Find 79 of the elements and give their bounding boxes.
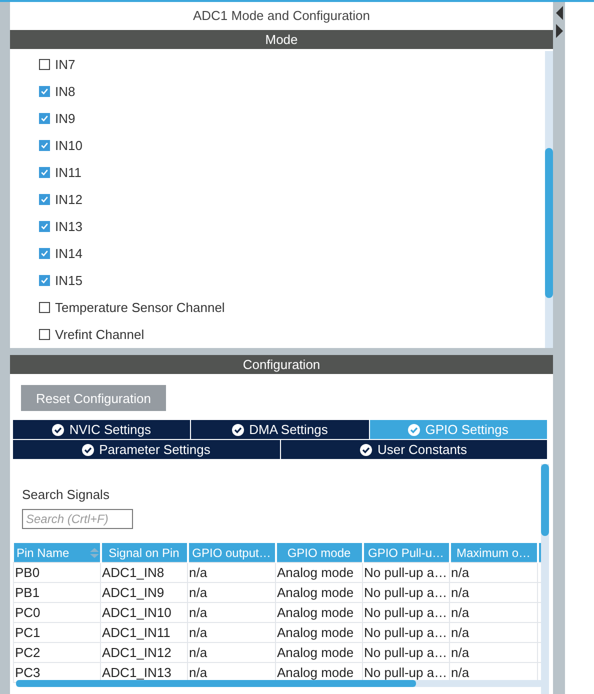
check-circle-icon [232,424,244,436]
channel-label: IN12 [55,192,82,207]
channel-label: IN15 [55,273,82,288]
table-cell: n/a [188,622,276,642]
checkbox[interactable] [39,194,50,205]
table-cell: n/a [188,562,276,582]
table-cell: Analog mode [276,642,362,662]
table-cell: n/a [188,582,276,602]
table-cell: n/a [188,602,276,622]
column-header[interactable]: Signal on Pin [100,543,188,562]
channel-label: IN8 [55,84,76,99]
channel-label: Temperature Sensor Channel [55,300,225,315]
channel-label: IN11 [55,165,82,180]
table-cell: PB1 [14,582,100,602]
checkbox[interactable] [39,140,50,151]
check-circle-icon [360,444,372,456]
channel-label: IN10 [55,138,82,153]
collapse-arrow-icon[interactable] [556,6,562,20]
check-circle-icon [82,444,94,456]
section-header: Configuration [10,355,553,374]
table-cell: n/a [450,602,538,622]
table-cell: n/a [188,642,276,662]
table-cell: PB0 [14,562,100,582]
checkbox[interactable] [39,221,50,232]
column-header[interactable]: GPIO output… [188,543,276,562]
table-cell: n/a [450,622,538,642]
horizontal-scrollbar[interactable] [16,680,543,687]
column-header[interactable]: GPIO Pull-u… [362,543,450,562]
table-cell: No pull-up a… [362,622,450,642]
channel-label: IN9 [55,111,76,126]
table-cell: No pull-up a… [362,582,450,602]
table-cell: ADC1_IN8 [100,562,188,582]
table-cell: PC0 [14,602,100,622]
scrollbar[interactable] [545,51,553,348]
table-cell: ADC1_IN10 [100,602,188,622]
panel-title: ADC1 Mode and Configuration [10,2,553,30]
checkbox[interactable] [39,167,50,178]
search-field[interactable]: Search (Crtl+F) [22,509,133,529]
table-cell: No pull-up a… [362,602,450,622]
table-cell: PC2 [14,642,100,662]
table-cell: No pull-up a… [362,642,450,662]
settings-tab[interactable]: GPIO Settings [370,420,547,439]
check-circle-icon [52,424,64,436]
section-header: Mode [10,30,553,49]
settings-tab[interactable]: User Constants [280,440,547,459]
checkbox[interactable] [39,329,50,340]
channel-label: IN13 [55,219,82,234]
table-cell: n/a [450,582,538,602]
table-cell: PC1 [14,622,100,642]
checkbox[interactable] [39,59,50,70]
channel-label: IN7 [55,57,76,72]
checkbox[interactable] [39,248,50,259]
search-label: Search Signals [22,487,110,502]
expand-arrow-icon[interactable] [556,24,562,38]
checkbox[interactable] [39,86,50,97]
table-cell: Analog mode [276,602,362,622]
table-cell: n/a [450,642,538,662]
settings-tab[interactable]: Parameter Settings [13,440,280,459]
table-cell: Analog mode [276,622,362,642]
checkbox[interactable] [39,275,50,286]
table-cell: No pull-up a… [362,562,450,582]
column-header[interactable]: Maximum o… [450,543,538,562]
table-cell: Analog mode [276,582,362,602]
table-cell: ADC1_IN11 [100,622,188,642]
table-cell: ADC1_IN9 [100,582,188,602]
column-header[interactable]: GPIO mode [276,543,362,562]
settings-tab[interactable]: NVIC Settings [13,420,190,439]
check-circle-icon [408,424,420,436]
table-cell: n/a [450,562,538,582]
table-cell: ADC1_IN12 [100,642,188,662]
table-cell: Analog mode [276,562,362,582]
reset-configuration-button[interactable]: Reset Configuration [21,385,166,411]
channel-label: Vrefint Channel [55,327,144,342]
settings-tab[interactable]: DMA Settings [191,420,369,439]
scrollbar[interactable] [541,464,549,694]
column-header[interactable]: Pin Name [14,543,100,562]
checkbox[interactable] [39,302,50,313]
checkbox[interactable] [39,113,50,124]
channel-label: IN14 [55,246,82,261]
